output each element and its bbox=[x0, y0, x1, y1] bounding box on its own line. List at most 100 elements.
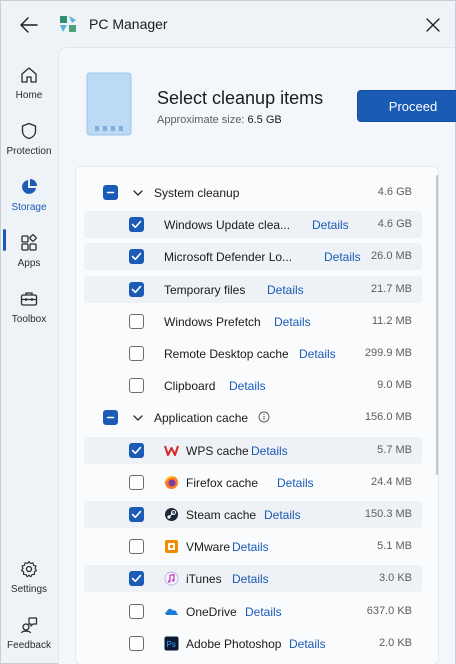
item-size: 299.9 MB bbox=[364, 347, 412, 359]
item-size: 2.0 KB bbox=[378, 636, 412, 649]
item-size: 150.3 MB bbox=[364, 508, 412, 520]
details-link[interactable]: Details bbox=[264, 508, 301, 522]
item-checkbox[interactable] bbox=[129, 539, 144, 555]
cleanup-item-row[interactable]: Windows Prefetch Details 11.2 MB bbox=[84, 308, 422, 335]
details-link[interactable]: Details bbox=[232, 540, 269, 554]
cleanup-item-row[interactable]: Ps Adobe Photoshop Details 2.0 KB bbox=[84, 630, 422, 657]
item-label: Steam cache bbox=[186, 508, 257, 522]
cleanup-item-row[interactable]: VMware Details 5.1 MB bbox=[84, 533, 422, 560]
item-checkbox[interactable] bbox=[129, 571, 144, 587]
item-checkbox[interactable] bbox=[129, 313, 144, 329]
steam-icon bbox=[164, 507, 179, 522]
item-label: OneDrive bbox=[186, 604, 237, 619]
details-link[interactable]: Details bbox=[274, 315, 311, 329]
details-link[interactable]: Details bbox=[289, 637, 326, 651]
item-checkbox[interactable] bbox=[129, 217, 144, 233]
group-header-row[interactable]: Application cache 156.0 MB bbox=[84, 404, 422, 431]
item-size: 26.0 MB bbox=[371, 250, 412, 263]
group-label: Application cache bbox=[154, 411, 249, 426]
item-label: iTunes bbox=[186, 572, 222, 587]
item-checkbox[interactable] bbox=[129, 603, 144, 619]
group-label: System cleanup bbox=[154, 186, 240, 200]
item-checkbox[interactable] bbox=[129, 346, 144, 361]
sidebar: Home Protection Storage Apps Toolbox Set… bbox=[1, 53, 57, 663]
cleanup-item-row[interactable]: Firefox cache Details 24.4 MB bbox=[84, 469, 422, 496]
pie-chart-icon bbox=[19, 177, 39, 197]
item-size: 9.0 MB bbox=[377, 379, 412, 392]
cleanup-items-list: System cleanup 4.6 GB Windows Update clea.… bbox=[75, 166, 439, 664]
title-bar: PC Manager bbox=[1, 1, 455, 47]
cleanup-item-row[interactable]: Windows Update clea... Details 4.6 GB bbox=[84, 211, 422, 239]
details-link[interactable]: Details bbox=[267, 283, 304, 297]
item-size: 3.0 KB bbox=[378, 572, 412, 585]
nav-item-home[interactable]: Home bbox=[1, 53, 57, 103]
item-label: WPS cache bbox=[186, 443, 249, 458]
item-size: 637.0 KB bbox=[366, 604, 412, 617]
size-prefix: Approximate size: bbox=[157, 114, 245, 126]
item-label: Remote Desktop cache bbox=[164, 347, 289, 361]
details-link[interactable]: Details bbox=[232, 572, 269, 586]
group-size: 4.6 GB bbox=[377, 186, 412, 198]
item-checkbox[interactable] bbox=[129, 378, 144, 394]
item-checkbox[interactable] bbox=[129, 281, 144, 297]
nav-item-toolbox[interactable]: Toolbox bbox=[1, 277, 57, 327]
cleanup-item-row[interactable]: Microsoft Defender Lo... Details 26.0 MB bbox=[84, 243, 422, 271]
item-size: 24.4 MB bbox=[371, 475, 412, 488]
back-arrow-icon bbox=[20, 17, 38, 33]
back-button[interactable] bbox=[15, 11, 43, 39]
wps-icon bbox=[164, 443, 179, 458]
item-size: 5.1 MB bbox=[377, 540, 412, 553]
details-link[interactable]: Details bbox=[312, 218, 349, 232]
cleanup-item-row[interactable]: OneDrive Details 637.0 KB bbox=[84, 598, 422, 625]
item-label: Clipboard bbox=[164, 379, 216, 394]
close-button[interactable] bbox=[419, 11, 447, 39]
item-size: 5.7 MB bbox=[377, 443, 412, 456]
item-label: Microsoft Defender Lo... bbox=[164, 250, 293, 265]
nav-item-feedback[interactable]: Feedback bbox=[1, 603, 57, 653]
details-link[interactable]: Details bbox=[324, 250, 361, 264]
item-checkbox[interactable] bbox=[129, 442, 144, 458]
details-link[interactable]: Details bbox=[229, 379, 266, 393]
cleanup-item-row[interactable]: Temporary files Details 21.7 MB bbox=[84, 275, 422, 303]
nav-label: Protection bbox=[6, 146, 52, 157]
details-link[interactable]: Details bbox=[299, 347, 336, 361]
app-window: PC Manager Home Protection Storage Apps … bbox=[0, 0, 456, 664]
details-link[interactable]: Details bbox=[251, 444, 288, 458]
page-title: Select cleanup items bbox=[157, 88, 324, 108]
item-checkbox[interactable] bbox=[129, 249, 144, 265]
scrollbar[interactable] bbox=[436, 175, 438, 475]
group-checkbox[interactable] bbox=[103, 410, 118, 426]
firefox-icon bbox=[164, 475, 179, 490]
item-checkbox[interactable] bbox=[129, 474, 144, 490]
chevron-down-icon[interactable] bbox=[132, 187, 144, 199]
item-checkbox[interactable] bbox=[129, 635, 144, 651]
cleanup-item-row[interactable]: Clipboard Details 9.0 MB bbox=[84, 372, 422, 399]
svg-text:Ps: Ps bbox=[167, 640, 176, 649]
home-icon bbox=[19, 65, 39, 85]
cleanup-item-row[interactable]: Steam cache Details 150.3 MB bbox=[84, 501, 422, 528]
group-header-row[interactable]: System cleanup 4.6 GB bbox=[84, 179, 422, 206]
group-checkbox[interactable] bbox=[103, 185, 118, 200]
info-icon[interactable] bbox=[258, 411, 270, 423]
group-size: 156.0 MB bbox=[364, 411, 412, 424]
app-title: PC Manager bbox=[89, 16, 168, 32]
nav-label: Feedback bbox=[7, 640, 51, 651]
proceed-button[interactable]: Proceed bbox=[357, 90, 456, 122]
nav-label: Settings bbox=[10, 584, 48, 595]
item-checkbox[interactable] bbox=[129, 507, 144, 522]
nav-item-settings[interactable]: Settings bbox=[1, 547, 57, 597]
details-link[interactable]: Details bbox=[277, 476, 314, 490]
item-label: Temporary files bbox=[164, 282, 246, 297]
item-size: 21.7 MB bbox=[371, 282, 412, 295]
cleanup-item-row[interactable]: WPS cache Details 5.7 MB bbox=[84, 436, 422, 464]
item-size: 4.6 GB bbox=[377, 218, 412, 231]
nav-item-apps[interactable]: Apps bbox=[1, 221, 57, 271]
nav-item-protection[interactable]: Protection bbox=[1, 109, 57, 159]
cleanup-item-row[interactable]: Remote Desktop cache Details 299.9 MB bbox=[84, 340, 422, 367]
chevron-down-icon[interactable] bbox=[132, 412, 144, 424]
details-link[interactable]: Details bbox=[245, 605, 282, 619]
nav-item-storage[interactable]: Storage bbox=[1, 165, 57, 215]
cleanup-item-row[interactable]: iTunes Details 3.0 KB bbox=[84, 565, 422, 593]
item-label: Adobe Photoshop bbox=[186, 636, 282, 651]
nav-label: Apps bbox=[17, 258, 41, 269]
